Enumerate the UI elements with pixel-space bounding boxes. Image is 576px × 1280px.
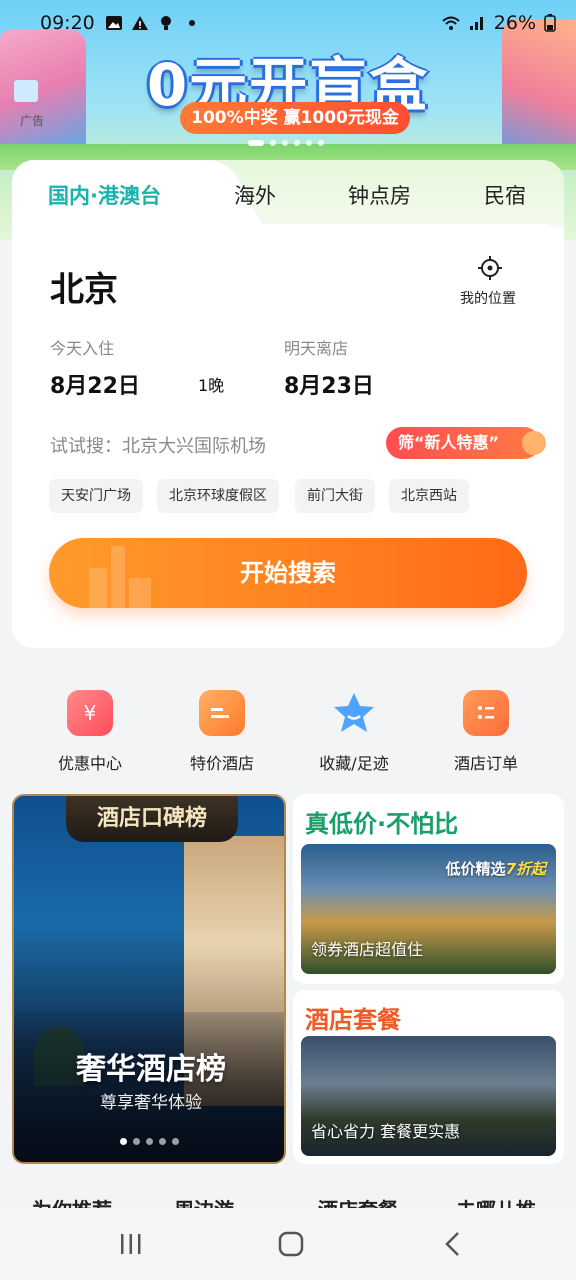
villa-image: 省心省力 套餐更实惠	[301, 1036, 556, 1156]
skyline-decoration	[129, 578, 151, 608]
star-icon	[331, 690, 377, 736]
hand-icon	[522, 431, 546, 455]
quick-link-orders[interactable]: 酒店订单	[426, 690, 546, 774]
resort-image: 低价精选7折起 领券酒店超值住	[301, 844, 556, 974]
hotel-package-card[interactable]: 酒店套餐 省心省力 套餐更实惠	[293, 990, 564, 1164]
checkout-label: 明天离店	[284, 339, 349, 358]
city-selector[interactable]: 北京	[50, 262, 118, 311]
luxury-subtitle: 尊享奢华体验	[100, 1093, 202, 1113]
checkin-label: 今天入住	[50, 339, 115, 358]
lightbulb-icon	[160, 16, 171, 30]
page-dot	[133, 1138, 140, 1145]
tab-homestay[interactable]: 民宿	[484, 180, 526, 210]
page-dot	[172, 1138, 179, 1145]
page-dot	[306, 140, 312, 146]
search-suggestion[interactable]: 试试搜：北京大兴国际机场	[50, 432, 266, 458]
page-dot	[318, 140, 324, 146]
quick-link-label: 优惠中心	[57, 754, 122, 773]
page-dot	[270, 140, 276, 146]
newcomer-deal-text: 筛“新人特惠”	[398, 433, 500, 452]
ad-label: 广告	[20, 114, 45, 128]
package-caption: 省心省力 套餐更实惠	[311, 1122, 461, 1141]
my-location-label[interactable]: 我的位置	[460, 288, 516, 308]
dot-icon	[188, 20, 195, 26]
hot-search-chip[interactable]: 天安门广场	[49, 479, 143, 513]
low-price-caption: 领券酒店超值住	[311, 940, 424, 959]
deal-icon	[199, 690, 245, 736]
status-bar: 09:20 26%	[0, 0, 576, 46]
locate-icon[interactable]	[478, 256, 502, 280]
page-dot	[248, 140, 264, 146]
svg-text:¥: ¥	[84, 701, 97, 725]
back-icon[interactable]	[438, 1230, 468, 1258]
discount-tag-value: 7折起	[505, 860, 546, 878]
search-button[interactable]: 开始搜索	[49, 538, 527, 608]
page-dot	[146, 1138, 153, 1145]
banner-subtitle: 100%中奖 赢1000元现金	[180, 102, 410, 134]
low-price-title: 真低价·不怕比	[305, 810, 459, 838]
banner-pagination	[248, 140, 324, 146]
discount-tag: 低价精选7折起	[446, 858, 546, 879]
signal-icon	[469, 17, 483, 30]
order-icon	[463, 690, 509, 736]
checkout-date[interactable]: 8月23日	[284, 368, 374, 400]
coupon-icon: ¥	[67, 690, 113, 736]
page-dot	[294, 140, 300, 146]
warning-icon	[131, 16, 148, 30]
category-tabs: 国内·港澳台 海外 钟点房 民宿	[12, 160, 564, 228]
wifi-icon	[442, 16, 460, 30]
luxury-ranking-card[interactable]: 酒店口碑榜 奢华酒店榜 尊享奢华体验	[12, 794, 286, 1164]
skyline-decoration	[89, 568, 107, 608]
page-dot	[120, 1138, 127, 1145]
system-nav-bar	[0, 1208, 576, 1280]
hot-search-chip[interactable]: 北京环球度假区	[157, 479, 279, 513]
page-dot	[159, 1138, 166, 1145]
battery-icon	[544, 14, 556, 32]
luxury-title: 奢华酒店榜	[76, 1052, 226, 1087]
low-price-card[interactable]: 真低价·不怕比 低价精选7折起 领券酒店超值住	[293, 794, 564, 984]
ranking-badge: 酒店口碑榜	[66, 796, 238, 842]
tab-domestic[interactable]: 国内·港澳台	[48, 180, 161, 210]
page-dot	[282, 140, 288, 146]
quick-link-favorites[interactable]: 收藏/足迹	[294, 690, 414, 774]
skyline-decoration	[111, 546, 125, 608]
quick-link-label: 收藏/足迹	[319, 754, 389, 773]
package-title: 酒店套餐	[305, 1006, 401, 1034]
quick-link-deals[interactable]: 特价酒店	[162, 690, 282, 774]
quick-link-label: 酒店订单	[453, 754, 518, 773]
booking-card: 国内·港澳台 海外 钟点房 民宿 北京 我的位置 今天入住 8月22日 1晚 明…	[12, 160, 564, 648]
hot-search-chip[interactable]: 前门大街	[295, 479, 375, 513]
quick-link-label: 特价酒店	[189, 754, 254, 773]
discount-tag-text: 低价精选	[445, 860, 506, 878]
quick-link-coupons[interactable]: ¥ 优惠中心	[30, 690, 150, 774]
tab-hourly[interactable]: 钟点房	[348, 180, 411, 210]
home-icon[interactable]	[276, 1230, 306, 1258]
hot-search-chip[interactable]: 北京西站	[389, 479, 469, 513]
status-time: 09:20	[40, 12, 95, 34]
checkin-date[interactable]: 8月22日	[50, 368, 140, 400]
newcomer-deal-badge[interactable]: 筛“新人特惠”	[386, 427, 546, 459]
gallery-icon	[105, 16, 122, 30]
luxury-pagination	[120, 1138, 179, 1145]
tab-overseas[interactable]: 海外	[234, 180, 276, 210]
recent-apps-icon[interactable]	[116, 1230, 146, 1258]
nights-count: 1晚	[198, 376, 225, 395]
battery-percent: 26%	[493, 12, 536, 34]
search-button-label: 开始搜索	[240, 559, 336, 587]
